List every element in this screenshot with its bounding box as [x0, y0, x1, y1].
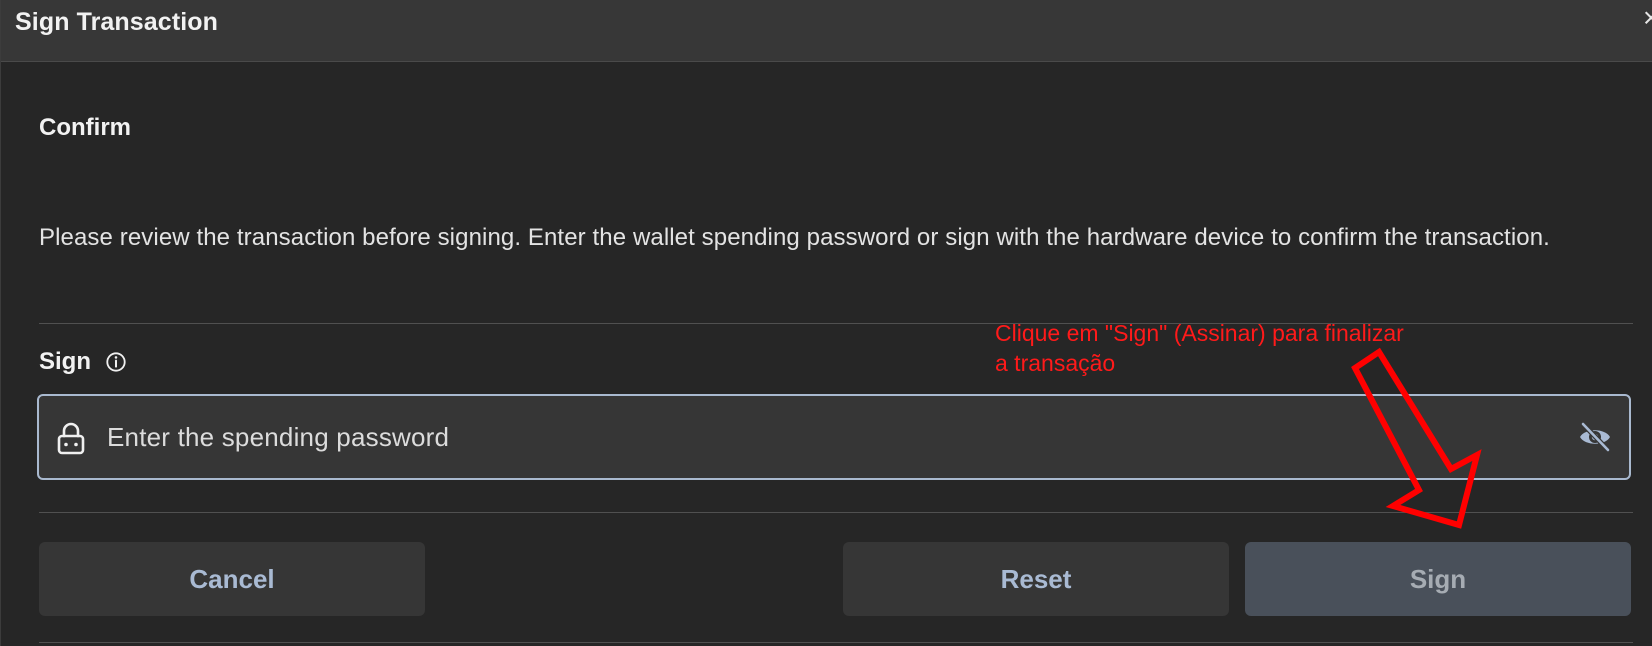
dialog-title: Sign Transaction [15, 8, 219, 36]
sign-transaction-dialog: Sign Transaction × Confirm Please review… [0, 0, 1652, 646]
dialog-titlebar: Sign Transaction × [1, 0, 1652, 62]
sign-label-text: Sign [39, 348, 91, 375]
divider-bottom [39, 512, 1633, 513]
close-icon[interactable]: × [1643, 4, 1652, 32]
sign-button[interactable]: Sign [1245, 542, 1631, 616]
confirm-description: Please review the transaction before sig… [39, 224, 1550, 251]
reset-button[interactable]: Reset [843, 542, 1229, 616]
eye-off-icon[interactable] [1577, 420, 1613, 454]
lock-icon [57, 422, 85, 455]
divider-footer [39, 642, 1633, 643]
cancel-button[interactable]: Cancel [39, 542, 425, 616]
spending-password-input[interactable] [107, 396, 1547, 478]
confirm-heading: Confirm [39, 114, 131, 141]
info-icon[interactable] [105, 351, 127, 373]
spending-password-field[interactable] [37, 394, 1631, 480]
sign-section-label: Sign [39, 348, 127, 376]
annotation-text: Clique em "Sign" (Assinar) para finaliza… [995, 320, 1404, 376]
